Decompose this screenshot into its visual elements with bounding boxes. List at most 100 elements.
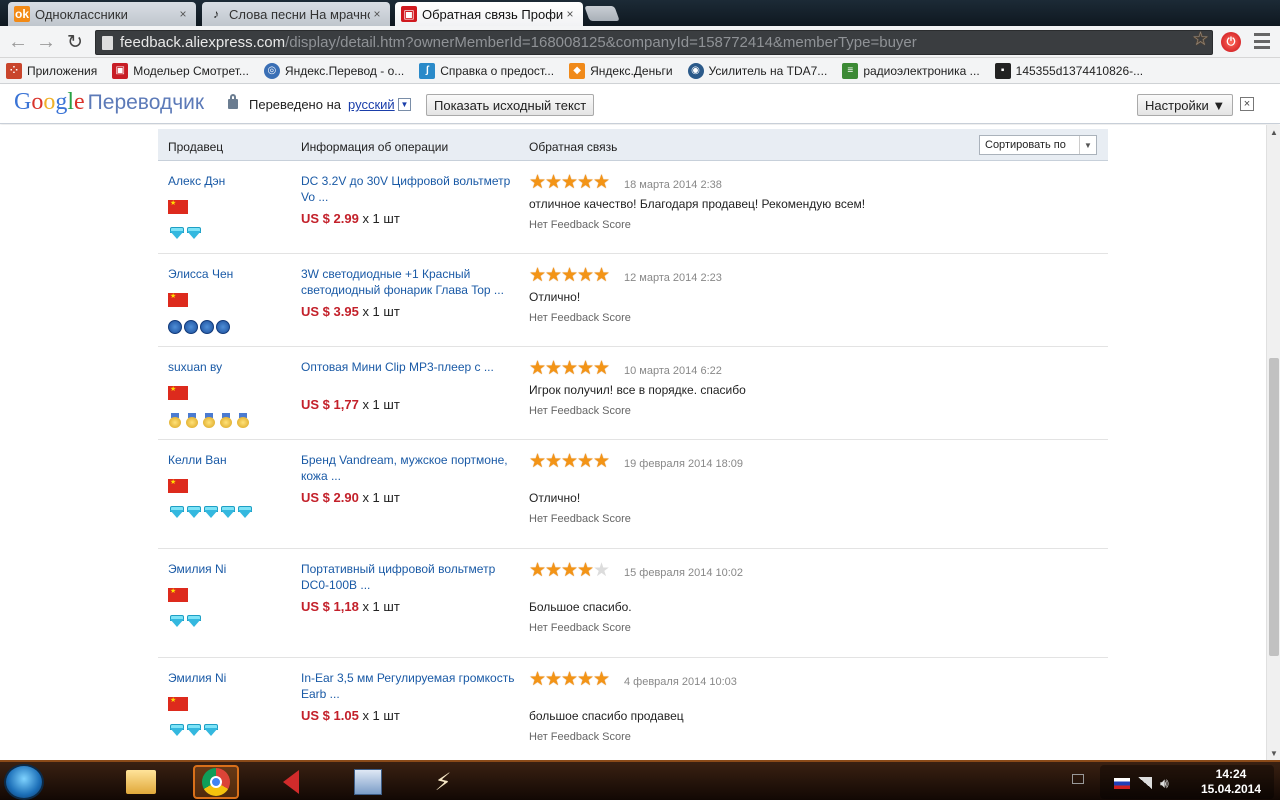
start-button[interactable]	[4, 764, 44, 800]
price-line: US $ 2.90 x 1 шт	[301, 490, 400, 505]
diamond-icon	[185, 227, 201, 240]
language-flag-icon[interactable]	[1114, 778, 1130, 789]
tab-aliexpress-feedback[interactable]: ▣ Обратная связь Профиль ×	[395, 2, 583, 26]
bookmark-image[interactable]: ▪ 145355d1374410826-...	[994, 62, 1143, 79]
star-icon: ★	[577, 669, 595, 690]
circuit-icon: ◉	[687, 62, 704, 79]
star-icon: ★	[561, 172, 579, 193]
tab-title: Обратная связь Профиль	[422, 6, 563, 22]
price-line: US $ 1,77 x 1 шт	[301, 397, 400, 412]
chevron-down-icon[interactable]: ▼	[398, 98, 411, 111]
address-bar[interactable]: feedback.aliexpress.com/display/detail.h…	[95, 30, 1213, 55]
feedback-comment: Отлично!	[529, 491, 581, 505]
star-rating: ★ ★ ★ ★ ★	[529, 358, 610, 379]
bookmark-star-icon[interactable]: ☆	[1192, 31, 1209, 49]
close-icon[interactable]: ×	[1240, 97, 1254, 111]
reload-icon[interactable]: ↻	[63, 30, 87, 54]
page-content: Продавец Информация об операции Обратная…	[0, 125, 1266, 760]
network-signal-icon[interactable]	[1138, 777, 1152, 789]
taskbar-explorer[interactable]	[118, 765, 164, 799]
feedback-date: 4 февраля 2014 10:03	[624, 676, 737, 688]
show-original-button[interactable]: Показать исходный текст	[426, 94, 595, 116]
product-link[interactable]: DC 3.2V до 30V Цифровой вольтметр Vo ...	[301, 173, 516, 205]
star-icon: ★	[545, 265, 563, 286]
price-amount: US $ 2.99	[301, 211, 359, 226]
bookmark-radioelectronics[interactable]: ≡ радиоэлектроника ...	[842, 62, 980, 79]
product-link[interactable]: In-Ear 3,5 мм Регулируемая громкость Ear…	[301, 670, 516, 702]
taskbar-chrome[interactable]	[193, 765, 239, 799]
new-tab-button[interactable]	[584, 6, 620, 21]
seller-name[interactable]: suxuan ву	[168, 360, 222, 374]
taskbar-audio[interactable]	[268, 765, 314, 799]
keyboard-icon[interactable]	[1072, 774, 1084, 784]
china-flag-icon	[168, 199, 188, 214]
feedback-score: Нет Feedback Score	[529, 219, 631, 231]
table-header: Продавец Информация об операции Обратная…	[158, 129, 1108, 161]
sort-select[interactable]: Сортировать по ▼	[979, 135, 1097, 155]
seller-name[interactable]: Келли Ван	[168, 453, 227, 467]
scroll-thumb[interactable]	[1269, 358, 1279, 656]
bookmark-help[interactable]: ʃ Справка о предост...	[419, 62, 554, 79]
clock[interactable]: 14:24 15.04.2014	[1196, 767, 1266, 797]
volume-icon[interactable]: 🔊︎	[1160, 775, 1169, 792]
logo-product-name: Переводчик	[87, 91, 205, 114]
bookmark-amplifier[interactable]: ◉ Усилитель на TDA7...	[687, 62, 828, 79]
product-link[interactable]: 3W светодиодные +1 Красный светодиодный …	[301, 266, 516, 298]
bookmark-apps[interactable]: ⁘ Приложения	[6, 62, 97, 79]
settings-button[interactable]: Настройки ▼	[1137, 94, 1234, 116]
bookmark-yandex-money[interactable]: ◆ Яндекс.Деньги	[569, 62, 673, 79]
taskbar-winamp[interactable]: ⚡	[420, 765, 466, 799]
menu-icon[interactable]	[1254, 33, 1270, 49]
table-row: suxuan ву Оптовая Мини Clip MP3-плеер с .…	[158, 347, 1108, 440]
star-icon: ★	[561, 358, 579, 379]
feedback-score: Нет Feedback Score	[529, 312, 631, 324]
help-icon: ʃ	[419, 62, 436, 79]
star-icon: ★	[545, 560, 563, 581]
feedback-date: 18 марта 2014 2:38	[624, 179, 722, 191]
feedback-score: Нет Feedback Score	[529, 405, 631, 417]
product-link[interactable]: Портативный цифровой вольтметр DC0-100B …	[301, 561, 516, 593]
medal-icon	[236, 413, 250, 428]
diamond-icon	[185, 615, 201, 628]
feedback-rows: Алекс Дэн DC 3.2V до 30V Цифровой вольтме…	[158, 161, 1108, 760]
language-link[interactable]: русский	[348, 97, 395, 112]
close-icon[interactable]: ×	[563, 7, 577, 21]
seller-name[interactable]: Эмилия Ni	[168, 562, 226, 576]
feedback-table: Продавец Информация об операции Обратная…	[158, 129, 1108, 760]
diamond-icon	[185, 506, 201, 519]
diamond-icon	[168, 506, 184, 519]
windows-taskbar: ⚡ 🔊︎ 14:24 15.04.2014	[0, 760, 1280, 800]
logo-letter: g	[55, 89, 68, 115]
cart-icon: ▣	[112, 62, 129, 79]
seller-name[interactable]: Эмилия Ni	[168, 671, 226, 685]
close-icon[interactable]: ×	[370, 7, 384, 21]
tab-song-lyrics[interactable]: ♪ Слова песни На мрачной ×	[202, 2, 390, 26]
medal-icon	[219, 413, 233, 428]
price-amount: US $ 1,77	[301, 397, 359, 412]
price-amount: US $ 3.95	[301, 304, 359, 319]
vertical-scrollbar[interactable]: ▲ ▼	[1266, 125, 1280, 760]
chevron-down-icon[interactable]: ▼	[1079, 136, 1096, 154]
crown-icon	[200, 320, 214, 334]
bookmark-modeler[interactable]: ▣ Модельер Смотрет...	[112, 62, 249, 79]
bookmark-yandex-translate[interactable]: ◎ Яндекс.Перевод - о...	[263, 62, 404, 79]
taskbar-installer[interactable]	[345, 765, 391, 799]
scroll-down-arrow-icon[interactable]: ▼	[1267, 746, 1280, 760]
product-link[interactable]: Оптовая Мини Clip MP3-плеер с ...	[301, 359, 516, 375]
close-icon[interactable]: ×	[176, 7, 190, 21]
seller-name[interactable]: Алекс Дэн	[168, 174, 225, 188]
star-rating: ★ ★ ★ ★ ★	[529, 669, 610, 690]
price-line: US $ 3.95 x 1 шт	[301, 304, 400, 319]
star-icon: ★	[545, 172, 563, 193]
adblock-extension-icon[interactable]: ⏻	[1221, 32, 1241, 52]
seller-rating-badges	[168, 320, 231, 334]
back-arrow-icon[interactable]: ←	[6, 30, 30, 54]
scroll-up-arrow-icon[interactable]: ▲	[1267, 125, 1280, 139]
image-icon: ▪	[994, 62, 1011, 79]
bookmark-label: Усилитель на TDA7...	[708, 63, 828, 78]
tab-odnoklassniki[interactable]: ok Одноклассники ×	[8, 2, 196, 26]
product-link[interactable]: Бренд Vandream, мужское портмоне, кожа .…	[301, 452, 516, 484]
diamond-icon	[202, 724, 218, 737]
forward-arrow-icon[interactable]: →	[34, 30, 58, 54]
seller-name[interactable]: Элисса Чен	[168, 267, 233, 281]
